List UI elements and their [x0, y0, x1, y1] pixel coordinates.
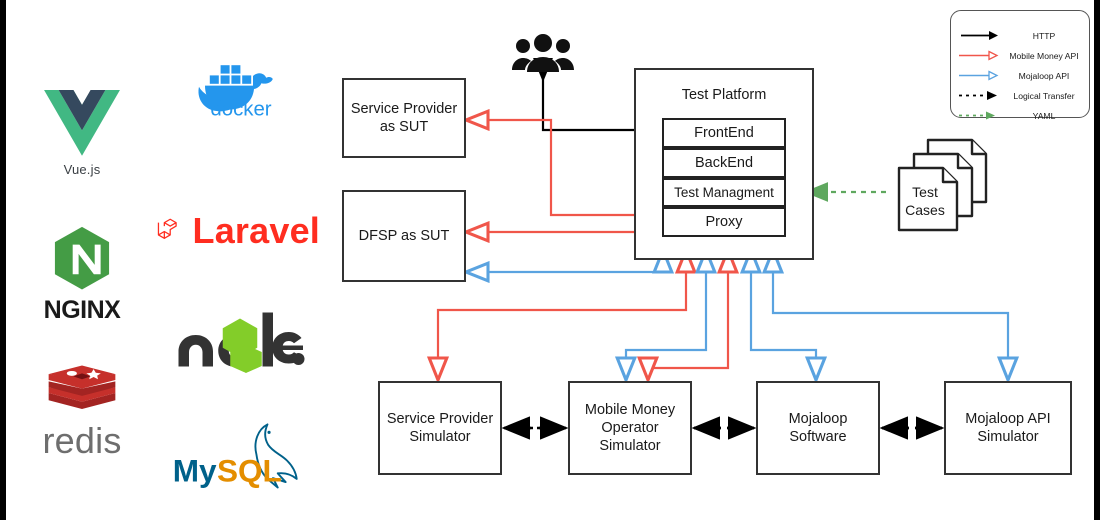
legend-label: YAML	[1032, 110, 1056, 121]
arrow-mm-platform-to-service-provider-sim	[438, 250, 688, 380]
legend-label: Mojaloop API	[1018, 70, 1070, 81]
users-actor	[512, 32, 574, 78]
node-label-line1: Mojaloop API	[965, 410, 1051, 427]
legend-swatch-mobile-money-api	[951, 47, 1005, 64]
users-group-icon	[512, 34, 574, 72]
test-platform-title: Test Platform	[681, 87, 767, 103]
node-mojaloop-software[interactable]: Mojaloop Software	[756, 381, 880, 475]
legend-swatch-yaml	[951, 107, 1005, 124]
node-test-cases[interactable]: Test Cases	[890, 136, 994, 238]
test-cases-line1: Test	[912, 184, 938, 200]
test-platform-layer-test-management[interactable]: Test Managment	[662, 178, 786, 207]
arrow-mm-platform-to-mmo-sim	[648, 250, 730, 380]
node-label-line2: Simulator	[409, 429, 471, 445]
node-label-line1: DFSP as SUT	[358, 227, 450, 244]
node-mojaloop-api-simulator[interactable]: Mojaloop API Simulator	[944, 381, 1072, 475]
arrow-mj-mmo-sim-to-platform	[624, 250, 706, 380]
arrow-mj-platform-to-mojaloop-software	[749, 250, 816, 380]
legend-swatch-http	[951, 27, 1005, 44]
node-label-line2: Software	[789, 429, 847, 445]
layer-label: BackEnd	[694, 155, 754, 171]
node-label-line1: Service Provider	[350, 100, 458, 117]
node-label-line2: Simulator	[977, 429, 1039, 445]
test-platform-layer-frontend[interactable]: FrontEnd	[662, 118, 786, 148]
test-cases-label: Test Cases	[899, 184, 951, 219]
legend-item-http: HTTP	[951, 27, 1089, 44]
arrow-mj-platform-to-mojaloop-api-sim	[771, 250, 1008, 380]
node-label-line2: as SUT	[379, 119, 429, 135]
legend-label: Mobile Money API	[1009, 50, 1079, 61]
test-platform-layer-backend[interactable]: BackEnd	[662, 148, 786, 178]
node-service-provider-sut[interactable]: Service Provider as SUT	[342, 78, 466, 158]
legend-swatch-mojaloop-api	[951, 67, 1005, 84]
node-dfsp-sut[interactable]: DFSP as SUT	[342, 190, 466, 282]
legend-item-yaml: YAML	[951, 107, 1089, 124]
layer-label: FrontEnd	[694, 125, 754, 141]
legend-swatch-logical-transfer	[951, 87, 1005, 104]
node-label-line3: Simulator	[599, 438, 661, 455]
legend-item-logical-transfer: Logical Transfer	[951, 87, 1089, 104]
legend-label: Logical Transfer	[1013, 90, 1075, 101]
test-cases-line2: Cases	[905, 201, 945, 218]
node-label-line2: Operator	[601, 419, 659, 436]
legend-panel: HTTP Mobile Money API Mojaloop API Logic…	[950, 10, 1090, 121]
node-label-line1: Mobile Money	[584, 401, 676, 418]
legend-label: HTTP	[1032, 30, 1056, 41]
diagram-canvas: Vue.js docker NGINX Laravel redis JS My …	[0, 0, 1100, 520]
layer-label: Proxy	[705, 214, 743, 230]
layer-label: Test Managment	[674, 185, 774, 200]
node-service-provider-simulator[interactable]: Service Provider Simulator	[378, 381, 502, 475]
test-platform-layer-proxy[interactable]: Proxy	[662, 207, 786, 237]
node-mobile-money-operator-simulator[interactable]: Mobile Money Operator Simulator	[568, 381, 692, 475]
legend-item-mojaloop-api: Mojaloop API	[951, 67, 1089, 84]
node-label-line1: Service Provider	[386, 410, 494, 427]
arrow-mm-proxy-to-service-provider-sut	[466, 120, 656, 217]
legend-item-mobile-money-api: Mobile Money API	[951, 47, 1089, 64]
node-label-line1: Mojaloop	[788, 410, 848, 427]
